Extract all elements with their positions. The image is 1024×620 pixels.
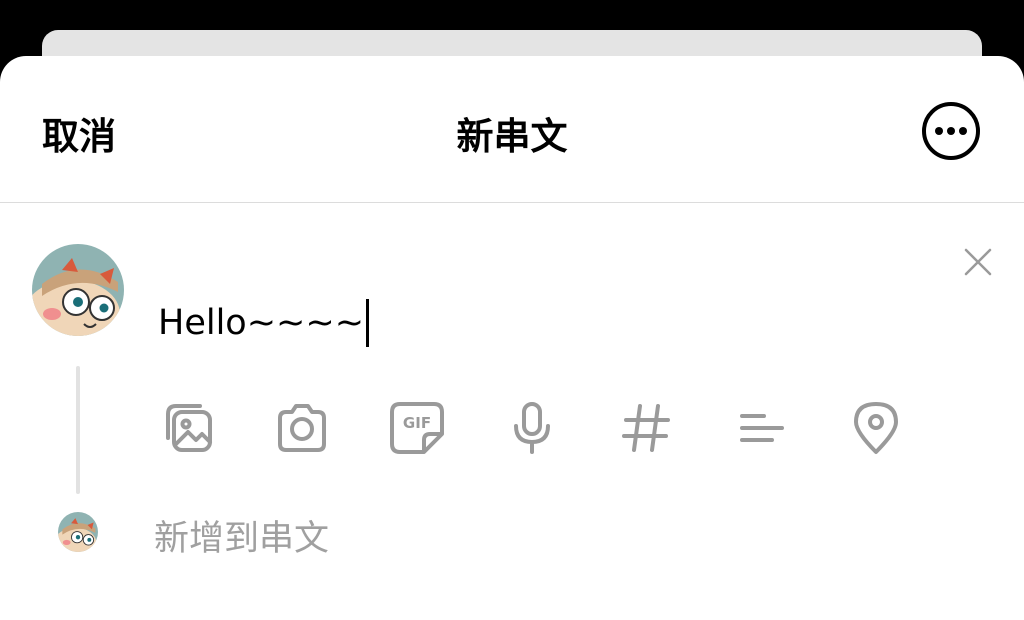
gif-icon-label: GIF <box>403 414 431 432</box>
more-horizontal-circle-icon <box>922 102 980 160</box>
post-text-input[interactable]: Hello~~~~ <box>158 299 370 347</box>
location-button[interactable] <box>846 398 906 458</box>
header-divider <box>0 202 1024 203</box>
compose-header: 取消 新串文 <box>0 56 1024 202</box>
attach-media-button[interactable] <box>158 398 218 458</box>
poll-button[interactable] <box>732 398 792 458</box>
camera-icon <box>278 404 326 452</box>
gallery-icon <box>166 404 212 452</box>
gif-button[interactable]: GIF <box>388 398 448 458</box>
thread-avatar <box>58 512 98 552</box>
microphone-icon <box>514 402 550 454</box>
text-caret <box>366 299 370 347</box>
more-options-button[interactable] <box>920 100 982 162</box>
close-icon <box>964 248 992 276</box>
camera-button[interactable] <box>272 398 332 458</box>
location-pin-icon <box>854 402 898 454</box>
hashtag-button[interactable] <box>616 398 676 458</box>
page-title: 新串文 <box>456 115 568 158</box>
hashtag-icon <box>622 404 670 452</box>
poll-icon <box>740 414 784 442</box>
post-text-value: Hello~~~~ <box>158 303 365 343</box>
clear-post-button[interactable] <box>962 246 994 278</box>
voice-button[interactable] <box>502 398 562 458</box>
thread-connector-line <box>76 366 80 494</box>
add-to-thread-input[interactable]: 新增到串文 <box>154 510 329 561</box>
compose-sheet: 取消 新串文 Hello~~~~ GIF 新增到串文 <box>0 56 1024 620</box>
gif-icon: GIF <box>390 402 444 454</box>
avatar[interactable] <box>32 244 124 336</box>
